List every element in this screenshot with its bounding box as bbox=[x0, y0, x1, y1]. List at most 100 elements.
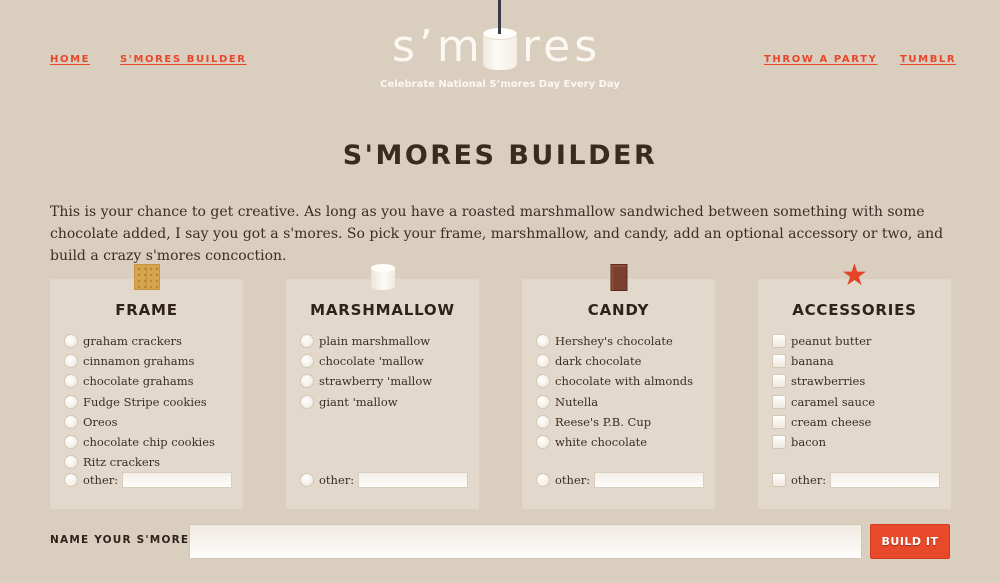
frame-option[interactable]: chocolate grahams bbox=[65, 371, 233, 391]
panel-title: FRAME bbox=[115, 301, 178, 319]
option-label: chocolate grahams bbox=[83, 374, 194, 389]
marshmallow-other-input[interactable] bbox=[358, 472, 469, 488]
candy-option[interactable]: chocolate with almonds bbox=[537, 371, 705, 391]
option-label: chocolate chip cookies bbox=[83, 435, 215, 450]
option-label: chocolate with almonds bbox=[555, 374, 693, 389]
marshmallow-other-row: other: bbox=[301, 472, 469, 488]
marshmallow-icon bbox=[370, 264, 395, 290]
checkbox[interactable] bbox=[773, 436, 785, 449]
option-label: cream cheese bbox=[791, 414, 872, 429]
radio-button[interactable] bbox=[301, 375, 313, 388]
accessory-other-input[interactable] bbox=[830, 472, 941, 488]
other-label: other: bbox=[83, 473, 119, 487]
panel-accessories: ★ ACCESSORIES peanut butter banana straw… bbox=[758, 261, 951, 509]
radio-button[interactable] bbox=[65, 436, 77, 449]
candy-option[interactable]: Hershey's chocolate bbox=[537, 331, 705, 351]
marshmallow-on-stick-icon bbox=[483, 0, 517, 70]
build-it-button[interactable]: BUILD IT bbox=[870, 524, 950, 559]
radio-button[interactable] bbox=[301, 395, 313, 408]
radio-button[interactable] bbox=[65, 355, 77, 368]
frame-other-row: other: bbox=[65, 472, 233, 488]
checkbox-other[interactable] bbox=[773, 474, 785, 486]
marshmallow-option[interactable]: strawberry 'mallow bbox=[301, 371, 469, 391]
accessory-option[interactable]: caramel sauce bbox=[773, 392, 941, 412]
radio-button[interactable] bbox=[537, 355, 549, 368]
marshmallow-option[interactable]: giant 'mallow bbox=[301, 392, 469, 412]
panel-candy: CANDY Hershey's chocolate dark chocolate… bbox=[522, 264, 715, 509]
radio-button[interactable] bbox=[65, 395, 77, 408]
candy-option[interactable]: white chocolate bbox=[537, 432, 705, 452]
candy-other-input[interactable] bbox=[594, 472, 705, 488]
accessory-option[interactable]: banana bbox=[773, 351, 941, 371]
radio-button[interactable] bbox=[301, 355, 313, 368]
frame-option[interactable]: Ritz crackers bbox=[65, 452, 233, 472]
accessory-option[interactable]: bacon bbox=[773, 432, 941, 452]
option-label: chocolate 'mallow bbox=[319, 354, 424, 369]
option-label: cinnamon grahams bbox=[83, 354, 195, 369]
option-label: Fudge Stripe cookies bbox=[83, 394, 207, 409]
name-smores-label: NAME YOUR S'MORES: bbox=[50, 534, 204, 546]
radio-button[interactable] bbox=[537, 415, 549, 428]
option-label: banana bbox=[791, 354, 834, 369]
nav-link-home[interactable]: HOME bbox=[50, 54, 90, 65]
marshmallow-option[interactable]: plain marshmallow bbox=[301, 331, 469, 351]
frame-option[interactable]: Fudge Stripe cookies bbox=[65, 392, 233, 412]
option-label: giant 'mallow bbox=[319, 394, 398, 409]
checkbox[interactable] bbox=[773, 355, 785, 368]
radio-button[interactable] bbox=[301, 335, 313, 348]
frame-option[interactable]: Oreos bbox=[65, 412, 233, 432]
radio-button-other[interactable] bbox=[65, 474, 77, 486]
option-label: plain marshmallow bbox=[319, 334, 431, 349]
radio-button[interactable] bbox=[537, 436, 549, 449]
option-label: Nutella bbox=[555, 394, 599, 409]
option-label: peanut butter bbox=[791, 334, 872, 349]
frame-option[interactable]: cinnamon grahams bbox=[65, 351, 233, 371]
option-label: graham crackers bbox=[83, 334, 182, 349]
option-label: Ritz crackers bbox=[83, 455, 161, 470]
other-label: other: bbox=[791, 473, 827, 487]
radio-button-other[interactable] bbox=[537, 474, 549, 486]
option-label: bacon bbox=[791, 435, 826, 450]
radio-button[interactable] bbox=[65, 415, 77, 428]
nav-link-smores-builder[interactable]: S'MORES BUILDER bbox=[120, 54, 247, 65]
panel-frame: FRAME graham crackers cinnamon grahams c… bbox=[50, 264, 243, 509]
option-label: Hershey's chocolate bbox=[555, 334, 673, 349]
option-label: Reese's P.B. Cup bbox=[555, 414, 652, 429]
radio-button[interactable] bbox=[65, 456, 77, 469]
candy-option[interactable]: Nutella bbox=[537, 392, 705, 412]
accessory-option[interactable]: strawberries bbox=[773, 371, 941, 391]
frame-option[interactable]: graham crackers bbox=[65, 331, 233, 351]
option-label: caramel sauce bbox=[791, 394, 876, 409]
site-logo[interactable]: s’m res Celebrate National S’mores Day E… bbox=[380, 0, 620, 95]
logo-text-right: res bbox=[522, 21, 602, 72]
radio-button[interactable] bbox=[537, 335, 549, 348]
radio-button-other[interactable] bbox=[301, 474, 313, 486]
option-label: strawberries bbox=[791, 374, 866, 389]
panel-title: ACCESSORIES bbox=[792, 301, 917, 319]
candy-option[interactable]: Reese's P.B. Cup bbox=[537, 412, 705, 432]
checkbox[interactable] bbox=[773, 415, 785, 428]
panel-title: MARSHMALLOW bbox=[310, 301, 455, 319]
candy-option[interactable]: dark chocolate bbox=[537, 351, 705, 371]
accessory-option[interactable]: peanut butter bbox=[773, 331, 941, 351]
accessory-other-row: other: bbox=[773, 472, 941, 488]
accessory-option[interactable]: cream cheese bbox=[773, 412, 941, 432]
marshmallow-option[interactable]: chocolate 'mallow bbox=[301, 351, 469, 371]
frame-other-input[interactable] bbox=[122, 472, 233, 488]
name-smores-input[interactable] bbox=[189, 524, 862, 559]
radio-button[interactable] bbox=[537, 375, 549, 388]
checkbox[interactable] bbox=[773, 395, 785, 408]
logo-text-left: s’m bbox=[392, 21, 484, 72]
nav-link-tumblr[interactable]: TUMBLR bbox=[900, 54, 956, 65]
option-label: dark chocolate bbox=[555, 354, 642, 369]
checkbox[interactable] bbox=[773, 335, 785, 348]
nav-link-throw-a-party[interactable]: THROW A PARTY bbox=[764, 54, 877, 65]
chocolate-bar-icon bbox=[610, 264, 627, 291]
radio-button[interactable] bbox=[537, 395, 549, 408]
radio-button[interactable] bbox=[65, 375, 77, 388]
other-label: other: bbox=[319, 473, 355, 487]
radio-button[interactable] bbox=[65, 335, 77, 348]
frame-option[interactable]: chocolate chip cookies bbox=[65, 432, 233, 452]
panel-title: CANDY bbox=[587, 301, 650, 319]
checkbox[interactable] bbox=[773, 375, 785, 388]
